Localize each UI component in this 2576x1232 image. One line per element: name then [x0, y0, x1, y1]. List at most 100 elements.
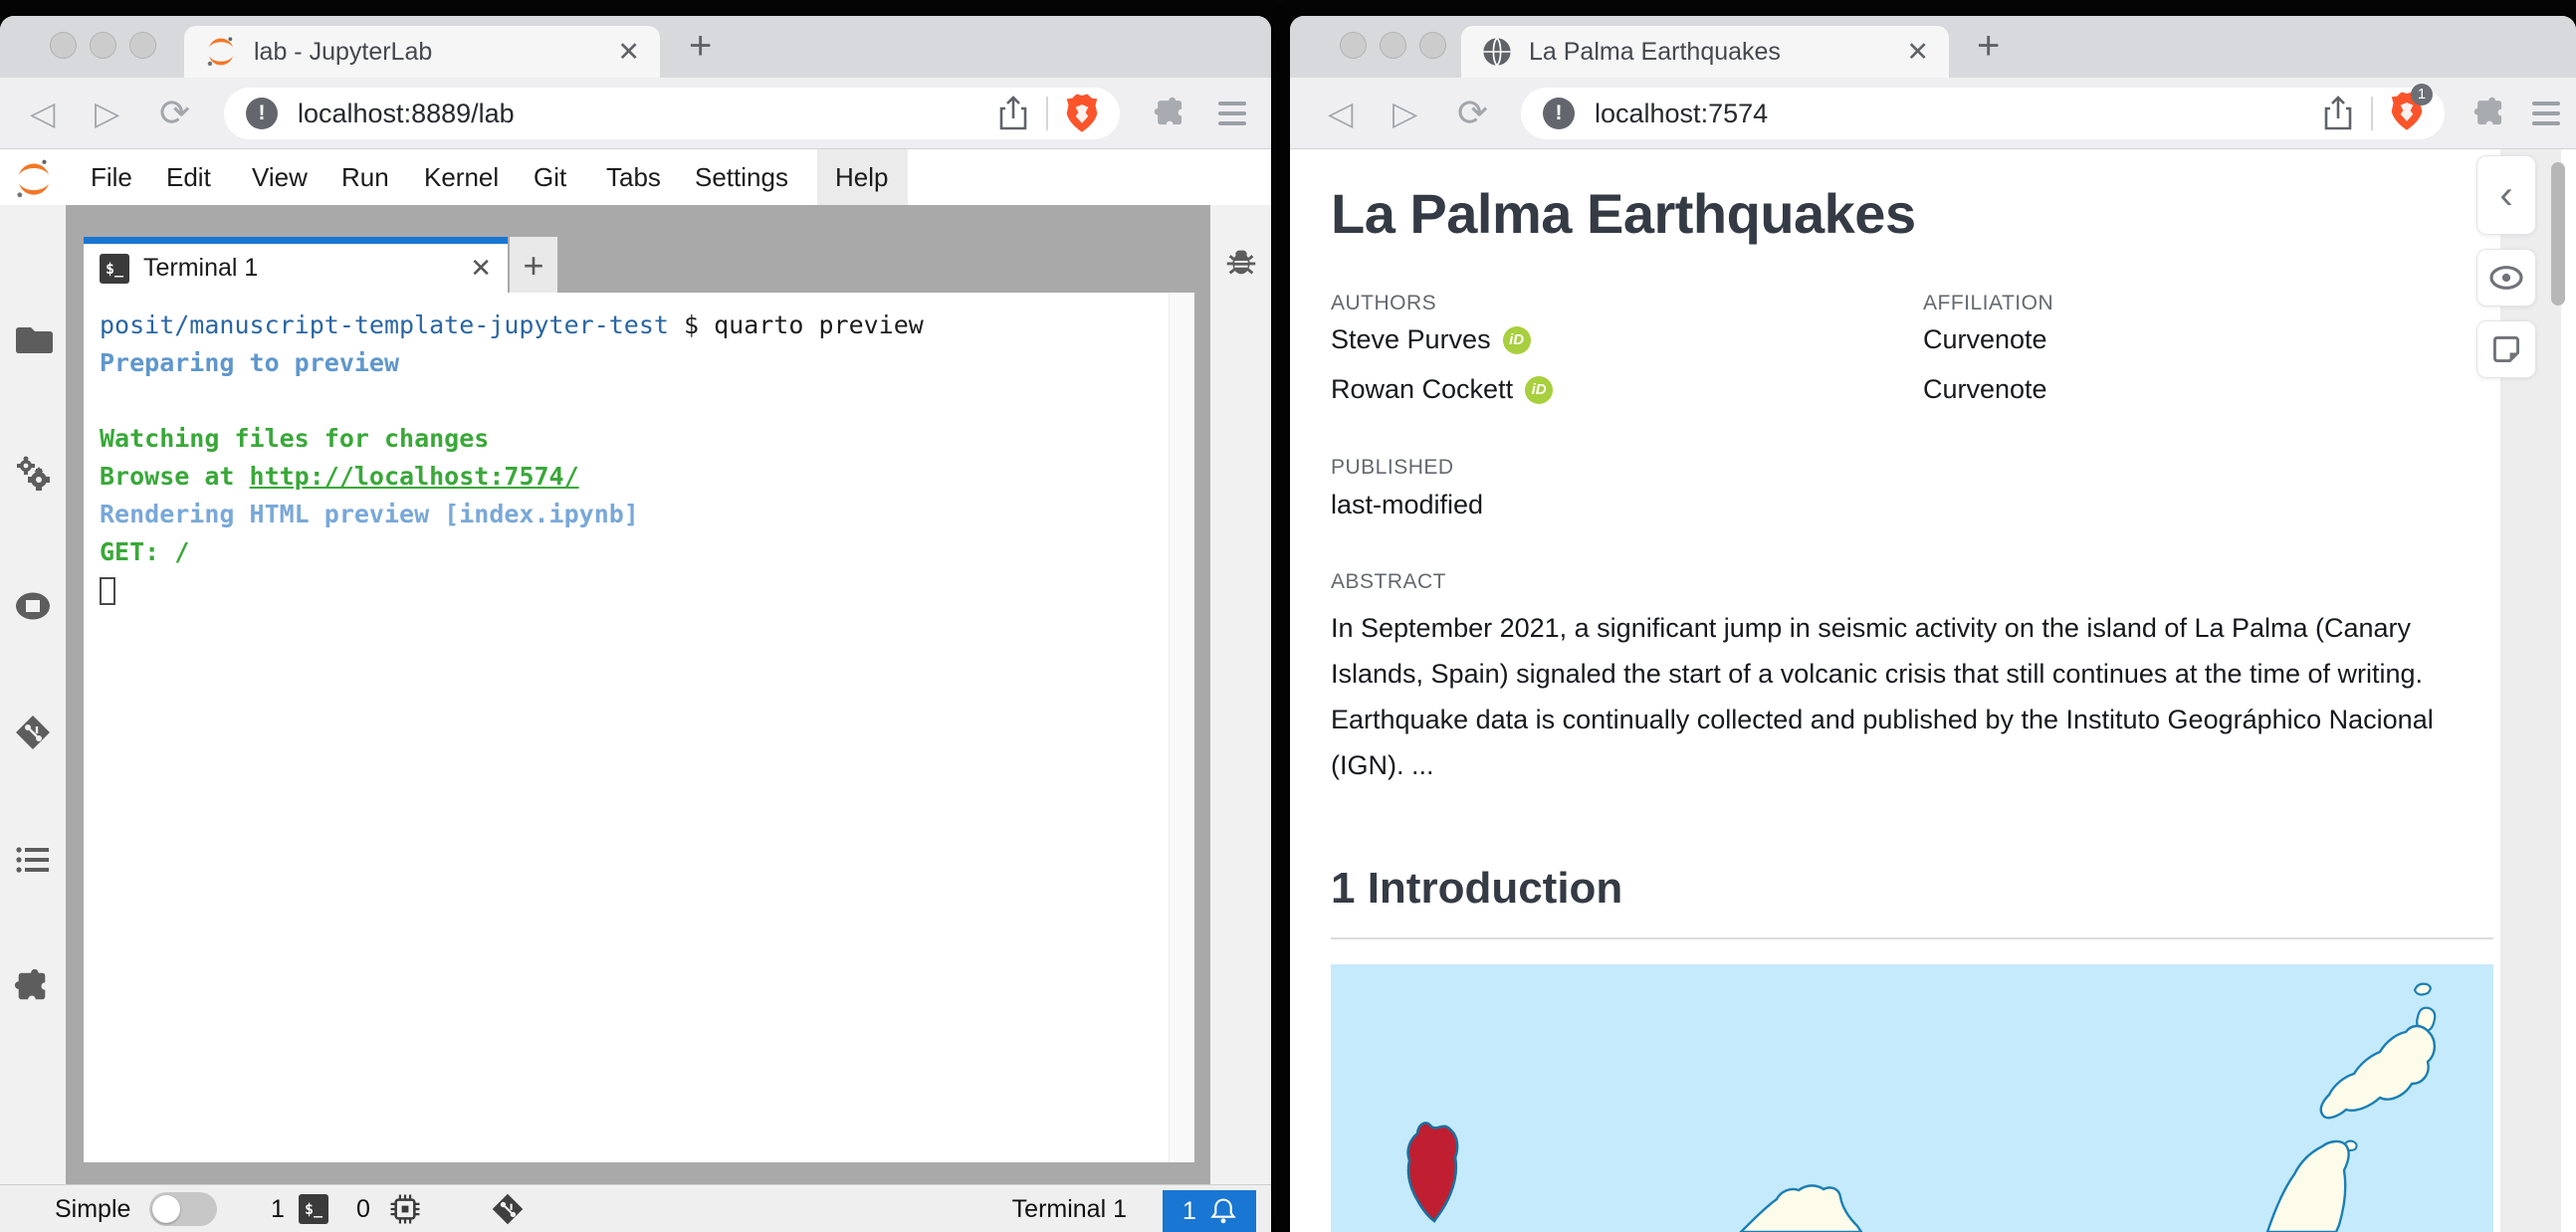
note-icon	[2493, 336, 2519, 362]
new-launcher-button[interactable]: +	[510, 237, 557, 295]
menu-view[interactable]: View	[252, 149, 308, 205]
menu-settings[interactable]: Settings	[695, 149, 788, 205]
browser-toolbar: ◁ ▷ ⟳ ! localhost:8889/lab	[0, 78, 1271, 149]
tab-strip: lab - JupyterLab ✕ +	[0, 16, 1271, 78]
menu-edit[interactable]: Edit	[166, 149, 211, 205]
terminal-command: $ quarto preview	[668, 310, 924, 339]
page-title: La Palma Earthquakes	[1331, 182, 1916, 245]
reload-button[interactable]: ⟳	[1457, 92, 1488, 135]
terminal-line-watching: Watching files for changes	[100, 424, 490, 453]
minimize-window-button[interactable]	[90, 32, 116, 59]
preview-url-link[interactable]: http://localhost:7574/	[250, 462, 579, 491]
terminal-tab-close-icon[interactable]: ✕	[470, 253, 492, 284]
statusbar-context-label: Terminal 1	[1011, 1194, 1127, 1223]
git-icon[interactable]	[13, 713, 53, 752]
forward-button[interactable]: ▷	[95, 92, 119, 135]
site-info-icon[interactable]: !	[1543, 98, 1575, 129]
share-icon[interactable]	[2321, 95, 2355, 132]
menu-git[interactable]: Git	[534, 149, 566, 205]
jupyter-favicon	[207, 37, 234, 67]
browser-tab-jupyterlab[interactable]: lab - JupyterLab ✕	[184, 26, 660, 78]
menu-kernel[interactable]: Kernel	[424, 149, 499, 205]
terminals-count-icon: $_	[299, 1185, 328, 1232]
address-bar-separator	[2371, 97, 2373, 130]
terminal-tab-label: Terminal 1	[143, 254, 259, 282]
abstract-text: In September 2021, a significant jump in…	[1331, 613, 2434, 780]
section-heading: 1 Introduction	[1331, 864, 1623, 913]
annotation-button[interactable]	[2476, 320, 2536, 378]
traffic-lights	[50, 32, 156, 59]
new-tab-button[interactable]: +	[689, 24, 712, 69]
authors-label: AUTHORS	[1331, 292, 1437, 314]
browser-menu-icon[interactable]	[1218, 102, 1246, 131]
share-icon[interactable]	[996, 95, 1030, 132]
terminal-panel[interactable]: posit/manuscript-template-jupyter-test $…	[84, 293, 1194, 1162]
author-affiliation: Curvenote	[1923, 374, 2047, 404]
brave-shields-button[interactable]: 1	[2389, 83, 2433, 136]
menu-help[interactable]: Help	[835, 149, 888, 205]
zoom-window-button[interactable]	[1419, 32, 1446, 59]
orcid-icon[interactable]: iD	[1502, 325, 1531, 354]
reload-button[interactable]: ⟳	[159, 92, 190, 135]
menu-tabs[interactable]: Tabs	[606, 149, 661, 205]
abstract-label: ABSTRACT	[1331, 570, 1447, 593]
site-info-icon[interactable]: !	[246, 98, 278, 129]
back-button[interactable]: ◁	[30, 92, 55, 135]
browser-window-preview: La Palma Earthquakes ✕ + ◁ ▷ ⟳ ! localho…	[1290, 16, 2576, 1232]
stop-running-icon[interactable]	[13, 586, 53, 626]
collapse-panel-button[interactable]: ‹	[2476, 155, 2536, 235]
close-window-button[interactable]	[1340, 32, 1367, 59]
forward-button[interactable]: ▷	[1393, 92, 1417, 135]
extensions-puzzle-icon[interactable]	[1153, 96, 1188, 131]
url-text[interactable]: localhost:7574	[1595, 99, 2321, 129]
jupyterlab-workspace: $_ Terminal 1 ✕ + posit/manuscript-templ…	[0, 205, 1271, 1184]
terminal-line-rendering: Rendering HTML preview [index.ipynb]	[100, 500, 639, 528]
browser-toolbar: ◁ ▷ ⟳ ! localhost:7574 1	[1290, 78, 2576, 149]
notifications-count: 1	[1182, 1196, 1196, 1225]
new-tab-button[interactable]: +	[1977, 24, 2000, 69]
notifications-button[interactable]: 1	[1163, 1190, 1256, 1232]
brave-shields-icon[interactable]	[1064, 94, 1100, 133]
menu-run[interactable]: Run	[341, 149, 389, 205]
debugger-bug-icon[interactable]	[1222, 243, 1260, 281]
table-of-contents-icon[interactable]	[13, 840, 53, 880]
address-bar[interactable]: ! localhost:7574 1	[1521, 83, 2445, 139]
running-kernels-gears-icon[interactable]	[13, 454, 53, 494]
author-name: Steve Purves	[1331, 324, 1491, 354]
jupyter-logo	[17, 159, 49, 198]
git-status-icon[interactable]	[490, 1185, 526, 1232]
simple-mode-toggle[interactable]	[149, 1185, 217, 1232]
back-button[interactable]: ◁	[1328, 92, 1353, 135]
menu-file[interactable]: File	[91, 149, 132, 205]
tab-title: La Palma Earthquakes	[1529, 37, 1781, 66]
tab-close-icon[interactable]: ✕	[617, 38, 640, 66]
browser-window-jupyterlab: lab - JupyterLab ✕ + ◁ ▷ ⟳ ! localhost:8…	[0, 16, 1271, 1232]
terminal-tab[interactable]: $_ Terminal 1 ✕	[84, 237, 508, 293]
terminal-line-get: GET: /	[100, 537, 190, 566]
preview-tool-rail	[2500, 149, 2561, 1232]
shields-badge: 1	[2411, 83, 2433, 105]
published-value: last-modified	[1331, 490, 1484, 519]
globe-favicon	[1483, 37, 1511, 67]
page-scrollbar-thumb[interactable]	[2551, 162, 2565, 306]
orcid-icon[interactable]: iD	[1525, 375, 1554, 404]
extensions-puzzle-icon[interactable]	[2472, 96, 2508, 131]
tab-close-icon[interactable]: ✕	[1906, 38, 1929, 66]
zoom-window-button[interactable]	[129, 32, 156, 59]
author-affiliation: Curvenote	[1923, 324, 2047, 354]
address-bar[interactable]: ! localhost:8889/lab	[224, 88, 1120, 139]
file-browser-icon[interactable]	[13, 319, 53, 359]
terminal-cwd: posit/manuscript-template-jupyter-test	[100, 310, 669, 339]
author-name: Rowan Cockett	[1331, 374, 1514, 404]
visibility-button[interactable]	[2476, 249, 2536, 307]
jupyterlab-right-sidebar	[1210, 205, 1271, 1184]
url-text[interactable]: localhost:8889/lab	[298, 99, 996, 129]
browser-tab-lapalma[interactable]: La Palma Earthquakes ✕	[1461, 26, 1949, 78]
extension-manager-puzzle-icon[interactable]	[13, 967, 53, 1007]
browser-menu-icon[interactable]	[2532, 102, 2560, 131]
traffic-lights	[1340, 32, 1446, 59]
close-window-button[interactable]	[50, 32, 77, 59]
terminal-scrollbar[interactable]	[1169, 293, 1194, 1162]
minimize-window-button[interactable]	[1380, 32, 1406, 59]
